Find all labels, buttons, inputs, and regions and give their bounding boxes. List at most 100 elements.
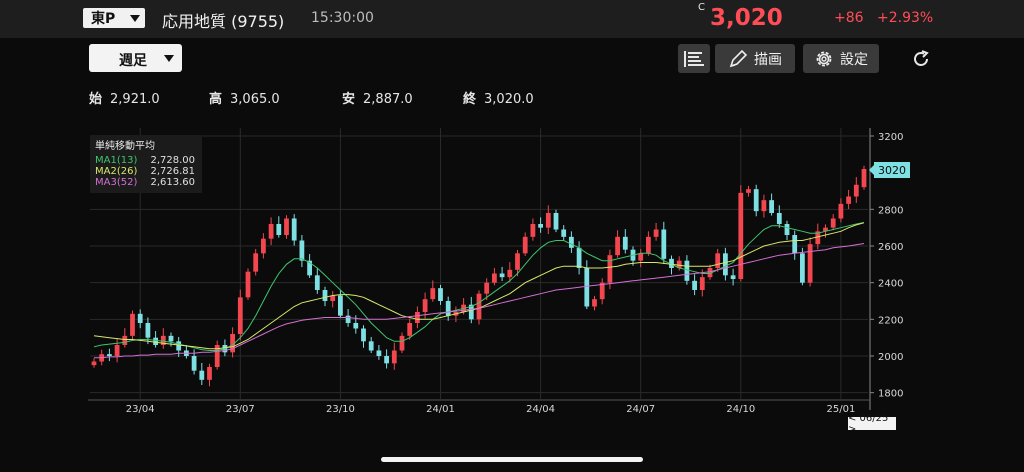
candle-body: [384, 356, 389, 364]
draw-label: 描画: [754, 51, 782, 68]
candle-body: [114, 345, 120, 356]
ohlc-high-key: 高: [209, 92, 223, 107]
candle-body: [261, 238, 266, 254]
candle-body: [723, 253, 728, 276]
list-button[interactable]: [678, 44, 710, 73]
candle-body: [137, 313, 143, 323]
draw-button[interactable]: 描画: [715, 44, 795, 73]
candle-body: [653, 229, 659, 237]
candle-body: [622, 236, 628, 250]
market-selector[interactable]: 東P: [83, 8, 145, 28]
candle-body: [430, 288, 436, 300]
candle-body: [607, 255, 613, 283]
candle-body: [584, 268, 590, 307]
ohlc-close-key: 終: [463, 92, 477, 107]
candle-body: [792, 235, 798, 254]
candle-body: [661, 229, 667, 259]
candle-body: [191, 356, 197, 371]
y-tick-label: 3200: [878, 132, 903, 143]
ohlc-close: 終 3,020.0: [463, 88, 534, 107]
candle-body: [830, 218, 836, 228]
y-tick-label: 2600: [878, 242, 903, 253]
candle-body: [692, 280, 697, 290]
candle-body: [368, 341, 374, 351]
candle-body: [353, 323, 359, 329]
caret-down-icon: [130, 15, 140, 22]
settings-button[interactable]: 設定: [803, 44, 879, 73]
candle-body: [761, 200, 767, 212]
ohlc-open: 始 2,921.0: [89, 88, 160, 107]
ohlc-close-value: 3,020.0: [484, 92, 534, 107]
candle-body: [561, 229, 567, 237]
ma-line-2: [93, 222, 865, 350]
y-tick-label: 2000: [878, 352, 903, 363]
candle-body: [484, 282, 490, 294]
pencil-icon: [729, 49, 748, 67]
refresh-button[interactable]: [910, 48, 932, 70]
candle-body: [838, 203, 844, 219]
caret-down-icon: [164, 55, 174, 62]
candle-body: [784, 224, 790, 235]
candle-body: [91, 361, 97, 366]
candle-body: [569, 236, 574, 248]
candle-body: [846, 196, 851, 204]
candle-body: [507, 269, 513, 278]
settings-label: 設定: [840, 51, 868, 68]
x-tick-label: 23/04: [126, 404, 155, 415]
legend-ma3: MA3(52) 2,613.60: [95, 177, 199, 189]
candle-body: [422, 299, 428, 312]
candle-body: [861, 169, 867, 188]
candle-body: [153, 337, 158, 345]
price-chart[interactable]: 3200 2800 2600 2400 2200 2000 1800 23/04 23/07 23…: [88, 128, 908, 418]
candle-body: [769, 200, 774, 213]
ma1-name: MA1(13): [95, 155, 138, 166]
candle-body: [245, 271, 251, 298]
candle-body: [276, 224, 282, 235]
quote-header: 東P 応用地質 (9755) 15:30:00 C 3,020 +86 +2.9…: [0, 0, 1024, 38]
x-tick-label: 24/01: [426, 404, 455, 415]
candle-body: [730, 275, 736, 279]
y-tick-label: 1800: [878, 389, 903, 400]
candle-body: [314, 275, 320, 290]
ma-legend: 単純移動平均 MA1(13) 2,728.00 MA2(26) 2,726.81…: [90, 135, 202, 193]
candle-body: [592, 299, 597, 307]
ohlc-high: 高 3,065.0: [209, 88, 280, 107]
candle-body: [168, 335, 174, 342]
candle-body: [268, 224, 274, 239]
refresh-icon: [914, 50, 929, 66]
ma2-name: MA2(26): [95, 166, 138, 177]
x-tick-label: 24/04: [526, 404, 555, 415]
y-tick-label: 2800: [878, 205, 903, 216]
candle-body: [715, 253, 721, 268]
candle-body: [376, 350, 382, 356]
candle-body: [522, 236, 528, 254]
ma2-value: 2,726.81: [150, 166, 195, 177]
candle-body: [407, 323, 413, 336]
candle-body: [438, 288, 443, 301]
candle-body: [199, 370, 205, 380]
candle-body: [746, 189, 751, 193]
quote-time: 15:30:00: [311, 10, 374, 26]
market-label: 東P: [91, 11, 116, 27]
date-navigator[interactable]: < 06/25 >: [848, 413, 896, 435]
ma3-name: MA3(52): [95, 177, 138, 188]
candle-body: [499, 273, 505, 278]
period-selector[interactable]: 週足: [89, 44, 182, 72]
candle-body: [853, 184, 859, 197]
ma-line-1: [93, 222, 865, 351]
ohlc-low-value: 2,887.0: [363, 92, 413, 107]
ohlc-open-key: 始: [89, 92, 103, 107]
candle-body: [638, 253, 644, 261]
legend-title: 単純移動平均: [95, 141, 155, 152]
candle-body: [615, 236, 620, 256]
candle-body: [445, 301, 451, 316]
candle-body: [776, 213, 782, 224]
ohlc-low: 安 2,887.0: [342, 88, 413, 107]
candle-body: [646, 236, 651, 254]
candle-body: [253, 253, 259, 272]
ma3-value: 2,613.60: [150, 177, 195, 188]
stock-name: 応用地質 (9755): [162, 12, 285, 31]
ohlc-open-value: 2,921.0: [110, 92, 160, 107]
candle-body: [399, 335, 405, 351]
candle-body: [530, 224, 536, 237]
